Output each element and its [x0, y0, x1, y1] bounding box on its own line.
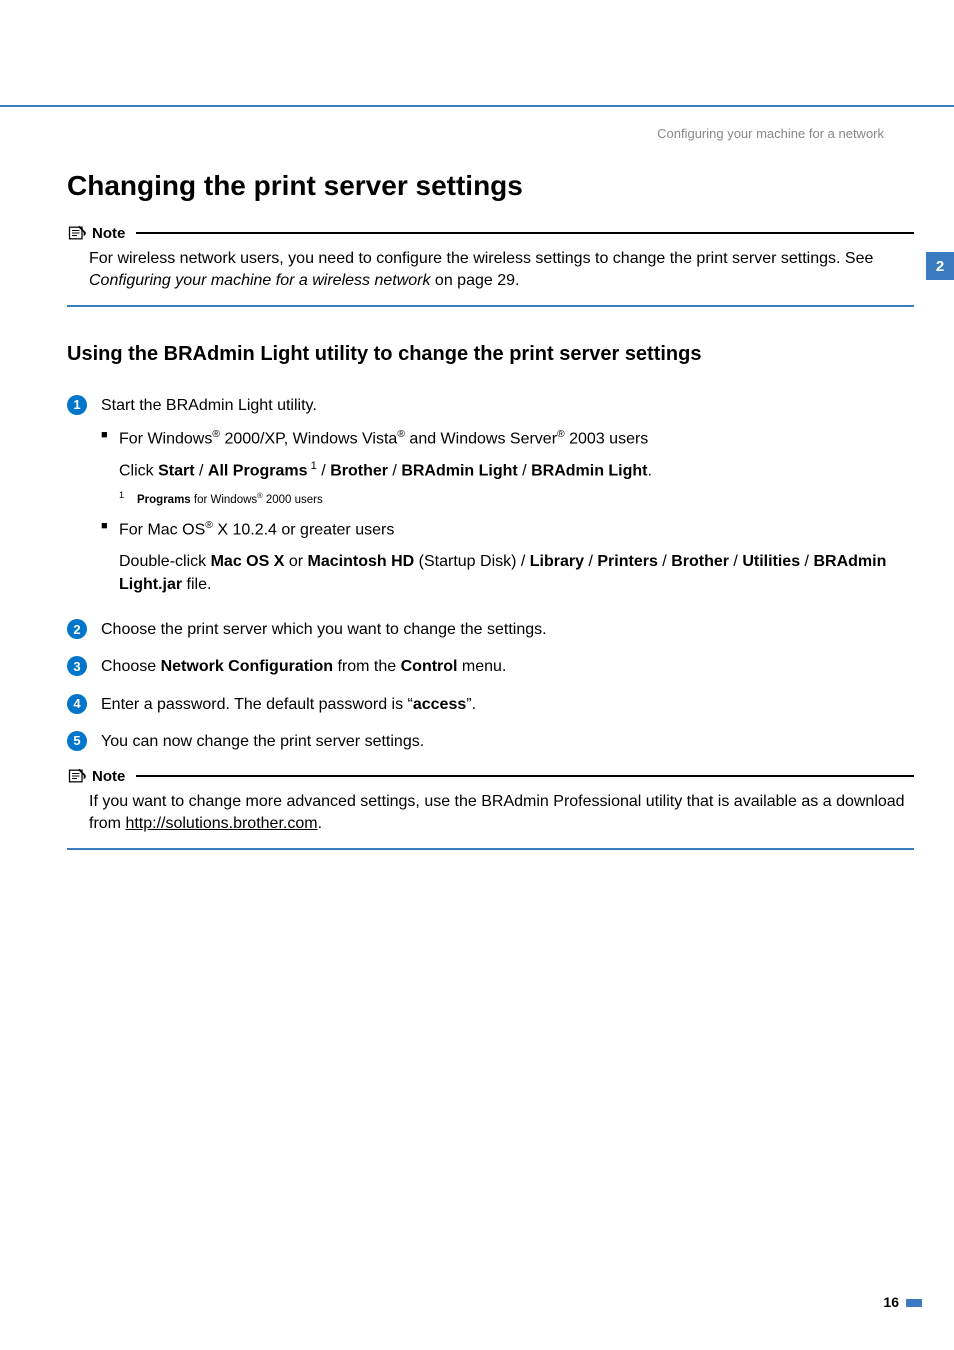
text: .	[318, 815, 322, 832]
page-title: Changing the print server settings	[67, 170, 914, 202]
text: for Windows	[191, 494, 257, 506]
menu-brother: Brother	[330, 463, 388, 480]
note-icon	[67, 767, 87, 785]
note-rule	[136, 232, 914, 234]
footnote-ref: 1	[308, 460, 317, 472]
step-body: Enter a password. The default password i…	[101, 693, 914, 716]
registered-mark: ®	[212, 429, 220, 440]
sep: /	[800, 553, 813, 570]
sep: /	[658, 553, 671, 570]
step-body: You can now change the print server sett…	[101, 730, 914, 753]
section-heading: Using the BRAdmin Light utility to chang…	[67, 343, 914, 366]
text: 2003 users	[565, 430, 649, 447]
step-body: Choose the print server which you want t…	[101, 618, 914, 641]
footnote-bold: Programs	[137, 494, 191, 506]
windows-users-line: For Windows® 2000/XP, Windows Vista® and…	[101, 427, 914, 451]
step-number-badge: 1	[67, 395, 87, 415]
step-3: 3 Choose Network Configuration from the …	[67, 655, 914, 678]
step-intro: Start the BRAdmin Light utility.	[101, 394, 914, 417]
note-bottom-rule	[67, 848, 914, 850]
note-body: For wireless network users, you need to …	[67, 242, 914, 301]
chapter-tab: 2	[926, 252, 954, 280]
text: ”.	[466, 696, 476, 713]
text: Choose	[101, 658, 161, 675]
sep: /	[518, 463, 531, 480]
sep: /	[584, 553, 597, 570]
menu-all-programs: All Programs	[208, 463, 308, 480]
step-body: Choose Network Configuration from the Co…	[101, 655, 914, 678]
page-corner-mark	[906, 1299, 922, 1307]
text: Double-click	[119, 553, 211, 570]
text: X 10.2.4 or greater users	[213, 522, 394, 539]
menu-control: Control	[401, 658, 458, 675]
step-1: 1 Start the BRAdmin Light utility. For W…	[67, 394, 914, 605]
sep: /	[317, 463, 330, 480]
step-2: 2 Choose the print server which you want…	[67, 618, 914, 641]
menu-start: Start	[158, 463, 194, 480]
note-bottom-rule	[67, 305, 914, 307]
note-block-2: Note If you want to change more advanced…	[67, 767, 914, 850]
path-brother: Brother	[671, 553, 729, 570]
path-printers: Printers	[597, 553, 657, 570]
step-number-badge: 5	[67, 731, 87, 751]
page-content: Changing the print server settings Note …	[67, 170, 914, 862]
path-machd: Macintosh HD	[308, 553, 415, 570]
top-rule	[0, 105, 954, 107]
mac-users-line: For Mac OS® X 10.2.4 or greater users	[101, 518, 914, 542]
step-4: 4 Enter a password. The default password…	[67, 693, 914, 716]
text: menu.	[457, 658, 506, 675]
text: (Startup Disk) /	[414, 553, 530, 570]
menu-bradmin: BRAdmin Light	[401, 463, 517, 480]
text: Click	[119, 463, 158, 480]
text: file.	[182, 576, 211, 593]
step-body: Start the BRAdmin Light utility. For Win…	[101, 394, 914, 605]
registered-mark: ®	[397, 429, 405, 440]
note-header: Note	[67, 224, 914, 242]
registered-mark: ®	[205, 520, 213, 531]
registered-mark: ®	[557, 429, 565, 440]
path-utilities: Utilities	[742, 553, 800, 570]
text: from the	[333, 658, 401, 675]
text: .	[648, 463, 652, 480]
step-number-badge: 2	[67, 619, 87, 639]
note-link-text[interactable]: Configuring your machine for a wireless …	[89, 272, 430, 289]
running-header: Configuring your machine for a network	[657, 126, 884, 141]
note-body: If you want to change more advanced sett…	[67, 785, 914, 844]
footnote-number: 1	[119, 489, 124, 502]
page-number: 16	[883, 1294, 899, 1310]
text: For Windows	[119, 430, 212, 447]
text: Enter a password. The default password i…	[101, 696, 413, 713]
note-text-post: on page 29.	[430, 272, 519, 289]
text: For Mac OS	[119, 522, 205, 539]
mac-click-path: Double-click Mac OS X or Macintosh HD (S…	[101, 550, 914, 596]
step-number-badge: 4	[67, 694, 87, 714]
footnote-1: 1 Programs for Windows® 2000 users	[101, 491, 914, 509]
note-block-1: Note For wireless network users, you nee…	[67, 224, 914, 307]
text: and Windows Server	[405, 430, 557, 447]
note-header: Note	[67, 767, 914, 785]
text: or	[284, 553, 307, 570]
menu-network-config: Network Configuration	[161, 658, 333, 675]
path-library: Library	[530, 553, 584, 570]
note-label: Note	[92, 225, 125, 242]
sep: /	[388, 463, 401, 480]
note-rule	[136, 775, 914, 777]
path-macosx: Mac OS X	[211, 553, 285, 570]
step-5: 5 You can now change the print server se…	[67, 730, 914, 753]
solutions-link[interactable]: http://solutions.brother.com	[125, 815, 317, 832]
step-number-badge: 3	[67, 656, 87, 676]
sep: /	[729, 553, 742, 570]
text: 2000/XP, Windows Vista	[220, 430, 397, 447]
default-password: access	[413, 696, 466, 713]
text: 2000 users	[263, 494, 323, 506]
note-icon	[67, 224, 87, 242]
windows-click-path: Click Start / All Programs 1 / Brother /…	[101, 458, 914, 483]
menu-bradmin-app: BRAdmin Light	[531, 463, 647, 480]
note-label: Note	[92, 768, 125, 785]
note-text-pre: For wireless network users, you need to …	[89, 250, 873, 267]
sep: /	[195, 463, 208, 480]
